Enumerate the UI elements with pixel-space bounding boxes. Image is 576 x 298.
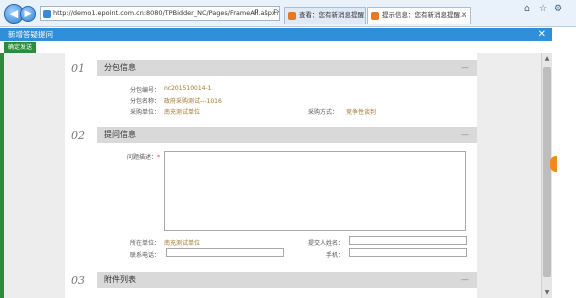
- package-code-label: 分包编号：: [129, 87, 160, 94]
- question-desc-label-text: 问题描述：: [126, 154, 157, 161]
- dialog-title: 新增答疑提问: [8, 30, 53, 39]
- dialog-toolbar: 确定发送: [0, 41, 552, 53]
- package-code-value: nc201510014-1: [164, 85, 212, 92]
- question-desc-label: 问题描述：*: [118, 152, 160, 161]
- question-desc-textarea[interactable]: [164, 151, 466, 231]
- section-title: 分包信息: [104, 63, 136, 72]
- browser-tab-2[interactable]: 提示信息：您有新消息提醒... ✕: [367, 7, 471, 24]
- close-icon[interactable]: ✕: [538, 28, 546, 41]
- purchase-unit-value: 南充测试单位: [164, 109, 201, 116]
- mobile-label: 手机：: [325, 252, 344, 259]
- address-url: http://demo1.epoint.com.cn:8080/TPBidder…: [53, 9, 280, 17]
- browser-toolbar: ◀ ▶ http://demo1.epoint.com.cn:8080/TPBi…: [0, 0, 576, 27]
- section-number: 01: [71, 62, 85, 75]
- collapse-icon[interactable]: —: [461, 272, 469, 288]
- tab-label: 查看：您有新消息提醒，请点击查: [299, 11, 365, 19]
- purchase-unit-label: 采购单位：: [129, 109, 160, 116]
- page-favicon-icon: [43, 10, 51, 18]
- phone-label: 联系电话：: [129, 252, 160, 259]
- submitter-name-input[interactable]: [349, 236, 467, 245]
- section-number: 02: [71, 129, 85, 142]
- collapse-icon[interactable]: —: [461, 60, 469, 76]
- section-title: 提问信息: [104, 130, 136, 139]
- dialog-title-bar: 新增答疑提问 ✕: [0, 28, 552, 41]
- scroll-up-icon[interactable]: ▲: [543, 55, 551, 62]
- left-accent-strip: [0, 53, 4, 298]
- floating-side-tab[interactable]: [550, 156, 557, 172]
- package-name-label: 分包名称：: [129, 98, 160, 105]
- tab-close-icon[interactable]: ✕: [461, 8, 467, 23]
- submitter-name-label: 提交人姓名：: [307, 240, 344, 247]
- phone-input[interactable]: [166, 248, 284, 257]
- vertical-scrollbar[interactable]: ▲ ▼: [541, 53, 552, 298]
- tab-favicon-icon: [371, 12, 379, 20]
- section-title: 附件列表: [104, 275, 136, 284]
- home-icon[interactable]: ⌂: [524, 4, 530, 14]
- browser-tab-1[interactable]: 查看：您有新消息提醒，请点击查: [284, 7, 366, 24]
- purchase-method-label: 采购方式：: [307, 109, 338, 116]
- located-unit-value: 南充测试单位: [164, 240, 201, 247]
- scroll-down-icon[interactable]: ▼: [543, 289, 551, 296]
- tab-favicon-icon: [288, 12, 296, 20]
- required-mark: *: [157, 154, 160, 161]
- address-bar[interactable]: http://demo1.epoint.com.cn:8080/TPBidder…: [40, 6, 280, 21]
- section-number: 03: [71, 274, 85, 287]
- collapse-icon[interactable]: —: [461, 127, 469, 143]
- address-tools[interactable]: ρ - c: [254, 7, 279, 15]
- located-unit-label: 所在单位：: [129, 240, 160, 247]
- scrollbar-thumb[interactable]: [543, 67, 551, 277]
- purchase-method-value: 竞争性谈判: [346, 109, 377, 116]
- package-name-value: 政府采购测试---1016: [164, 98, 222, 105]
- tab-label: 提示信息：您有新消息提醒...: [382, 11, 467, 19]
- gear-icon[interactable]: ⚙: [554, 4, 562, 14]
- forward-arrow-icon[interactable]: ▶: [20, 6, 36, 22]
- section-header-attachments[interactable]: 附件列表 —: [97, 272, 477, 288]
- submit-button[interactable]: 确定发送: [4, 42, 37, 53]
- section-header-package[interactable]: 分包信息 —: [97, 60, 477, 76]
- mobile-input[interactable]: [349, 248, 467, 257]
- section-header-question[interactable]: 提问信息 —: [97, 127, 477, 143]
- star-icon[interactable]: ☆: [539, 4, 547, 14]
